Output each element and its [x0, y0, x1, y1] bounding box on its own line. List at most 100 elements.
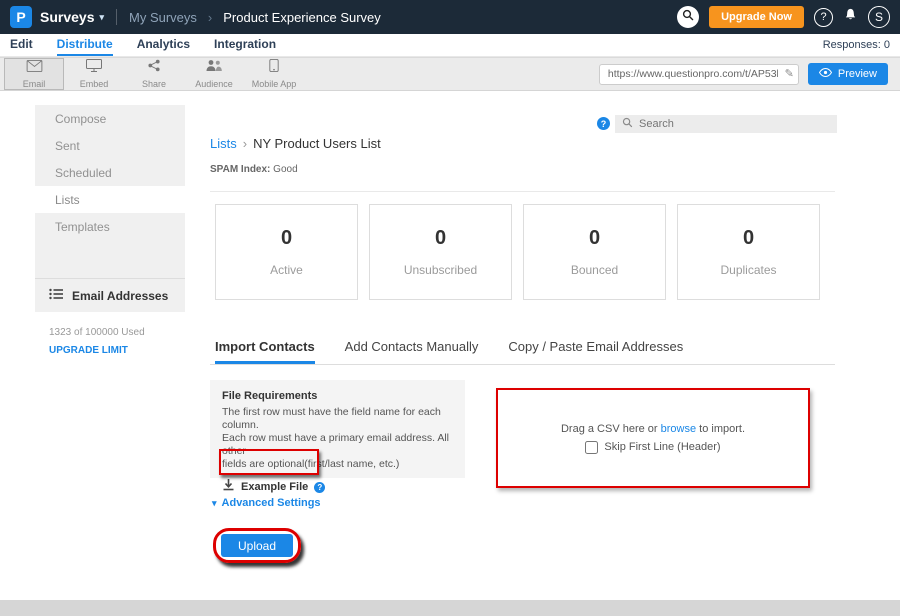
stat-label: Bounced: [524, 263, 665, 277]
sidebar-item-lists[interactable]: Lists: [35, 186, 185, 213]
user-avatar[interactable]: S: [868, 6, 890, 28]
upgrade-now-button[interactable]: Upgrade Now: [709, 6, 804, 28]
channel-label: Embed: [80, 79, 109, 89]
email-icon: [26, 59, 43, 77]
upload-button[interactable]: Upload: [221, 534, 293, 557]
breadcrumb-separator: ›: [243, 136, 247, 151]
eye-icon: [819, 68, 832, 80]
import-text: to import.: [699, 423, 745, 435]
tab-integration[interactable]: Integration: [214, 34, 276, 56]
stat-label: Active: [216, 263, 357, 277]
stat-value: 0: [370, 227, 511, 250]
product-switcher[interactable]: Surveys ▾: [40, 9, 104, 25]
skip-first-line-label: Skip First Line (Header): [604, 441, 720, 453]
notifications-bell-icon[interactable]: [843, 7, 858, 27]
upgrade-limit-link[interactable]: UPGRADE LIMIT: [35, 338, 185, 356]
search-icon: [682, 8, 694, 26]
stat-value: 0: [678, 227, 819, 250]
tab-copy-paste-email-addresses[interactable]: Copy / Paste Email Addresses: [508, 339, 683, 364]
file-requirements-line: The first row must have the field name f…: [222, 406, 453, 432]
tab-import-contacts[interactable]: Import Contacts: [215, 339, 315, 364]
sidebar-item-scheduled[interactable]: Scheduled: [35, 159, 185, 186]
stat-value: 0: [524, 227, 665, 250]
mobile-icon: [269, 59, 279, 77]
tabs-underline: [210, 364, 835, 365]
tab-edit[interactable]: Edit: [10, 34, 33, 56]
bottom-scroll-strip[interactable]: [0, 600, 900, 616]
sidebar-item-templates[interactable]: Templates: [35, 213, 185, 240]
channel-audience[interactable]: Audience: [184, 58, 244, 90]
responses-count[interactable]: Responses: 0: [823, 34, 890, 56]
channel-share[interactable]: Share: [124, 58, 184, 90]
sidebar-spacer: [35, 240, 185, 278]
breadcrumb-my-surveys[interactable]: My Surveys: [129, 10, 197, 25]
example-file-link[interactable]: Example File ?: [222, 478, 453, 496]
global-search-button[interactable]: [677, 6, 699, 28]
channel-embed[interactable]: Embed: [64, 58, 124, 90]
file-requirements-line: fields are optional(first/last name, etc…: [222, 458, 453, 471]
stat-card-bounced: 0 Bounced: [523, 204, 666, 300]
topbar-right: Upgrade Now ? S: [677, 6, 890, 28]
stat-card-duplicates: 0 Duplicates: [677, 204, 820, 300]
sidebar-item-sent[interactable]: Sent: [35, 132, 185, 159]
edit-url-icon[interactable]: ✎: [785, 67, 794, 80]
help-button[interactable]: ?: [814, 8, 833, 27]
dropzone-text: Drag a CSV here or browse to import.: [561, 423, 745, 435]
advanced-settings-label: Advanced Settings: [222, 497, 321, 509]
advanced-settings-toggle[interactable]: ▾ Advanced Settings: [212, 497, 321, 509]
stat-label: Duplicates: [678, 263, 819, 277]
header-divider: [210, 191, 835, 192]
embed-icon: [86, 59, 102, 77]
page-title: Product Experience Survey: [223, 10, 381, 25]
search-input[interactable]: [639, 118, 819, 130]
file-requirements-line: Each row must have a primary email addre…: [222, 432, 453, 458]
survey-url-input[interactable]: [599, 64, 799, 85]
tab-add-contacts-manually[interactable]: Add Contacts Manually: [345, 339, 479, 364]
question-icon: ?: [820, 11, 826, 23]
search-icon: [622, 115, 633, 133]
chevron-down-icon: ▾: [212, 498, 217, 509]
tab-distribute[interactable]: Distribute: [57, 34, 113, 56]
drag-text: Drag a CSV here or: [561, 423, 658, 435]
stat-card-unsubscribed: 0 Unsubscribed: [369, 204, 512, 300]
channel-mobile-app[interactable]: Mobile App: [244, 58, 304, 90]
example-file-label: Example File: [241, 481, 308, 493]
stat-label: Unsubscribed: [370, 263, 511, 277]
preview-button[interactable]: Preview: [808, 63, 888, 85]
share-icon: [147, 59, 161, 77]
survey-nav: Edit Distribute Analytics Integration Re…: [0, 34, 900, 57]
skip-first-line-row: Skip First Line (Header): [585, 441, 720, 454]
breadcrumb-separator: ›: [208, 10, 212, 25]
channel-label: Mobile App: [252, 79, 297, 89]
spam-index-label: SPAM Index:: [210, 164, 270, 175]
audience-icon: [205, 59, 223, 77]
list-icon: [49, 288, 64, 303]
contact-tabs: Import Contacts Add Contacts Manually Co…: [215, 339, 683, 364]
topbar-divider: [116, 9, 117, 25]
tab-analytics[interactable]: Analytics: [137, 34, 190, 56]
example-file-help-icon[interactable]: ?: [314, 482, 325, 493]
channel-label: Email: [23, 79, 46, 89]
current-list-name: NY Product Users List: [253, 136, 381, 151]
csv-dropzone[interactable]: Drag a CSV here or browse to import. Ski…: [496, 388, 810, 488]
annotation-box-upload: Upload: [213, 528, 301, 563]
usage-text: 1323 of 100000 Used: [35, 312, 185, 338]
sidebar-item-compose[interactable]: Compose: [35, 105, 185, 132]
skip-first-line-checkbox[interactable]: [585, 441, 598, 454]
browse-link[interactable]: browse: [661, 423, 696, 435]
survey-url-box: ✎: [599, 64, 799, 85]
stats-cards: 0 Active 0 Unsubscribed 0 Bounced 0 Dupl…: [215, 204, 820, 300]
email-sidebar: Compose Sent Scheduled Lists Templates E…: [35, 105, 185, 592]
file-requirements-title: File Requirements: [222, 390, 453, 402]
stat-value: 0: [216, 227, 357, 250]
list-help-icon[interactable]: ?: [597, 117, 610, 130]
spam-index-value: Good: [273, 164, 297, 175]
download-icon: [222, 478, 235, 496]
list-breadcrumb: Lists › NY Product Users List: [210, 136, 381, 151]
breadcrumb-lists-link[interactable]: Lists: [210, 136, 237, 151]
chevron-down-icon: ▾: [99, 12, 104, 23]
sidebar-menu: Compose Sent Scheduled Lists Templates E…: [35, 105, 185, 312]
spam-index: SPAM Index: Good: [210, 164, 298, 175]
channel-email[interactable]: Email: [4, 58, 64, 90]
questionpro-logo[interactable]: P: [10, 6, 32, 28]
